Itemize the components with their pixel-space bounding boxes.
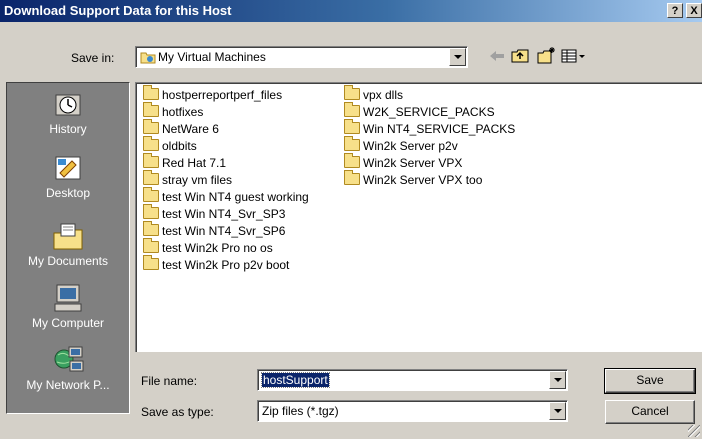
places-label-my-network: My Network P... [26,378,110,392]
history-icon [55,94,81,116]
places-label-desktop: Desktop [45,186,91,200]
folder-icon [344,119,360,134]
save-as-type-label: Save as type: [141,405,214,419]
list-item[interactable]: W2K_SERVICE_PACKS [341,102,515,121]
help-button[interactable]: ? [667,3,683,18]
file-name-label: File name: [141,374,198,388]
file-list-column-2: vpx dlls W2K_SERVICE_PACKS Win NT4_SERVICE… [341,85,516,189]
new-folder-button[interactable] [536,46,558,66]
list-item-label: hostperreportperf_files [162,88,283,102]
list-item[interactable]: Win NT4_SERVICE_PACKS [341,119,516,138]
places-item-my-network[interactable]: My Network P... [7,345,129,392]
list-item-label: test Win NT4_Svr_SP3 [162,207,286,221]
list-item[interactable]: test Win NT4_Svr_SP6 [140,221,309,240]
list-item-label: NetWare 6 [162,122,219,136]
folder-icon [143,102,159,117]
list-item-label: test Win NT4_Svr_SP6 [162,224,286,238]
save-in-label: Save in: [71,51,115,65]
list-item-label: test Win2k Pro p2v boot [162,258,290,272]
places-item-desktop[interactable]: Desktop [7,153,129,200]
list-item[interactable]: NetWare 6 [140,119,309,138]
list-item-label: Win2k Server VPX too [363,173,483,187]
places-label-history: History [49,122,87,136]
file-list[interactable]: hostperreportperf_files hotfixes NetWare 6… [135,82,702,352]
folder-icon [344,170,360,185]
list-item[interactable]: oldbits [140,136,309,155]
save-as-type-value: Zip files (*.tgz) [262,404,339,418]
list-item[interactable]: stray vm files [140,170,309,189]
list-item[interactable]: Red Hat 7.1 [140,153,309,172]
places-item-my-documents[interactable]: My Documents [7,221,129,268]
folder-icon [143,204,159,219]
chevron-down-icon[interactable] [549,371,566,389]
folder-icon [344,136,360,151]
file-name-value: hostSupport [261,372,330,388]
chevron-down-icon[interactable] [449,48,466,66]
new-folder-icon [537,47,555,64]
folder-icon [344,102,360,117]
folder-icon [143,187,159,202]
up-folder-button[interactable] [510,46,532,66]
list-item[interactable]: Win2k Server VPX too [341,170,515,189]
save-as-type-dropdown[interactable]: Zip files (*.tgz) [257,400,568,422]
save-button[interactable]: Save [604,368,696,394]
folder-icon [344,153,360,168]
places-item-my-computer[interactable]: My Computer [7,283,129,330]
folder-icon [143,238,159,253]
list-item-label: test Win2k Pro no os [162,241,273,255]
folder-icon [143,136,159,151]
resize-grip[interactable] [688,425,700,437]
list-item-label: test Win NT4 guest working [162,190,309,204]
folder-icon [143,85,159,100]
list-item-label: stray vm files [162,173,233,187]
up-folder-icon [511,49,529,63]
list-item-label: hotfixes [162,105,204,119]
list-item[interactable]: test Win NT4 guest working [140,187,309,206]
list-item[interactable]: hotfixes [140,102,309,121]
desktop-icon [55,156,81,180]
folder-icon [143,153,159,168]
save-in-value: My Virtual Machines [158,50,266,64]
places-bar: History Desktop My Documents My Computer… [6,82,130,414]
view-menu-icon [561,49,585,63]
list-item[interactable]: Win2k Server p2v [341,136,515,155]
file-name-input[interactable]: hostSupport [257,369,568,391]
folder-icon [140,52,156,64]
list-item-label: Win NT4_SERVICE_PACKS [363,122,516,136]
title-bar: Download Support Data for this Host ? X [0,0,702,22]
cancel-button[interactable]: Cancel [605,400,695,424]
save-in-dropdown[interactable]: My Virtual Machines [135,46,468,68]
folder-icon [143,221,159,236]
list-item-label: W2K_SERVICE_PACKS [363,105,495,119]
list-item[interactable]: vpx dlls [341,85,515,104]
list-item[interactable]: test Win2k Pro p2v boot [140,255,309,274]
list-item[interactable]: test Win NT4_Svr_SP3 [140,204,309,223]
view-menu-button[interactable] [560,46,588,66]
network-icon [54,346,84,372]
places-item-history[interactable]: History [7,89,129,136]
window-title: Download Support Data for this Host [4,3,232,18]
file-list-column-1: hostperreportperf_files hotfixes NetWare 6… [140,85,309,274]
my-computer-icon [54,284,82,312]
back-button[interactable] [486,46,508,66]
list-item-label: oldbits [162,139,197,153]
back-arrow-icon [490,51,504,61]
folder-icon [143,255,159,270]
places-label-my-computer: My Computer [31,316,105,330]
list-item-label: Win2k Server VPX [363,156,463,170]
my-documents-icon [53,223,83,250]
list-item-label: Win2k Server p2v [363,139,458,153]
list-item-label: vpx dlls [363,88,404,102]
chevron-down-icon[interactable] [549,402,566,420]
list-item[interactable]: test Win2k Pro no os [140,238,309,257]
places-label-my-documents: My Documents [27,254,109,268]
folder-icon [344,85,360,100]
close-button[interactable]: X [686,3,702,18]
list-item[interactable]: Win2k Server VPX [341,153,515,172]
list-item-label: Red Hat 7.1 [162,156,227,170]
folder-icon [143,170,159,185]
list-item[interactable]: hostperreportperf_files [140,85,309,104]
folder-icon [143,119,159,134]
